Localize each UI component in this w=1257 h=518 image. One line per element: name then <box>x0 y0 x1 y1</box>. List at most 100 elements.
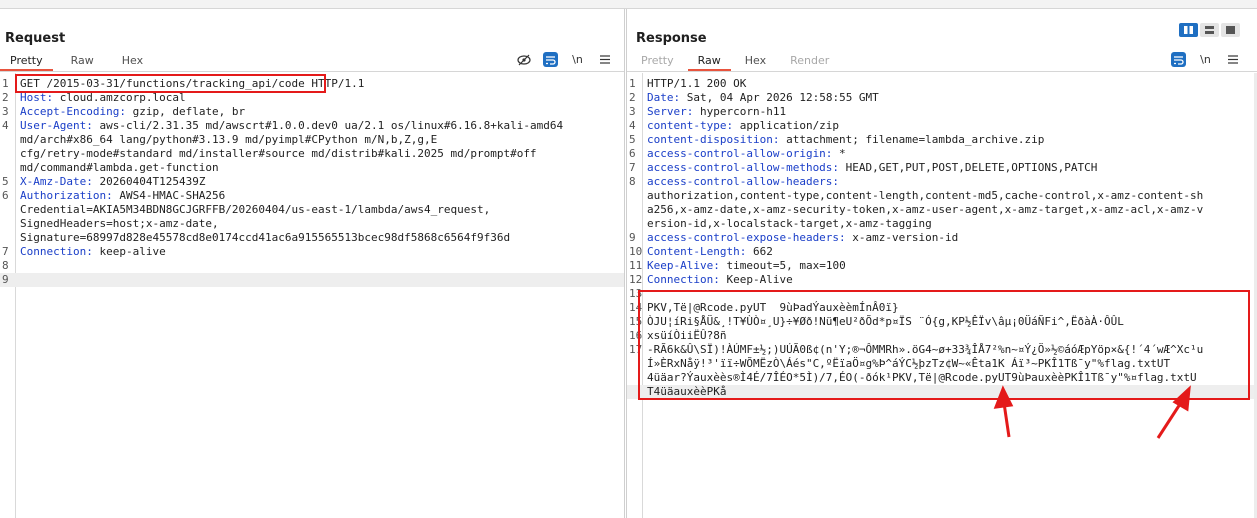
layout-single-icon[interactable] <box>1221 23 1240 37</box>
code-value: keep-alive <box>92 245 166 258</box>
hide-non-printable-icon[interactable] <box>516 52 531 67</box>
response-editor[interactable]: 1 HTTP/1.1 200 OK 2 Date: Sat, 04 Apr 2026 … <box>627 73 1257 518</box>
header-name: Connection: <box>20 245 93 258</box>
request-line: 6 Authorization: AWS4-HMAC-SHA256 <box>0 189 624 203</box>
code-value: md/arch#x86_64 lang/python#3.13.9 md/pyi… <box>20 133 438 146</box>
line-number: 6 <box>2 189 9 202</box>
request-pane: Request Pretty Raw Hex \n 1 GET /2015-03-… <box>0 9 625 518</box>
code-text: content-type: application/zip <box>647 119 839 133</box>
request-line: 9 <box>0 273 624 287</box>
layout-split-icon[interactable] <box>1179 23 1198 37</box>
response-line: 7 access-control-allow-methods: HEAD,GET,… <box>627 161 1257 175</box>
code-value: ersion-id,x-localstack-target,x-amz-tagg… <box>647 217 932 230</box>
code-text: xsüíÒiiËÛ?8ñ <box>647 329 726 343</box>
code-text: Content-Length: 662 <box>647 245 773 259</box>
header-name: access-control-expose-headers: <box>647 231 846 244</box>
layout-rows-icon[interactable] <box>1200 23 1219 37</box>
code-value: HEAD,GET,PUT,POST,DELETE,OPTIONS,PATCH <box>839 161 1098 174</box>
code-text: authorization,content-type,content-lengt… <box>647 189 1203 203</box>
request-line: md/arch#x86_64 lang/python#3.13.9 md/pyi… <box>0 133 624 147</box>
request-line: SignedHeaders=host;x-amz-date, <box>0 217 624 231</box>
header-name: Keep-Alive: <box>647 259 720 272</box>
menu-icon[interactable] <box>1225 52 1240 67</box>
response-tab-rule <box>627 71 1257 72</box>
header-name: Content-Length: <box>647 245 747 258</box>
line-number: 1 <box>2 77 9 90</box>
wrap-lines-icon[interactable] <box>543 52 558 67</box>
line-number: 8 <box>2 259 9 272</box>
code-value: xsüíÒiiËÛ?8ñ <box>647 329 727 342</box>
code-text: Í»ÈRxNåÿ!³'ïï÷WÕMËzÒ\Áés"C,ºËïaÖ¤g%Þ^áÝC… <box>647 357 1170 371</box>
code-text: content-disposition: attachment; filenam… <box>647 133 1044 147</box>
code-value: 20260404T125439Z <box>92 175 206 188</box>
response-tab-raw[interactable]: Raw <box>687 53 731 71</box>
response-line: 11 Keep-Alive: timeout=5, max=100 <box>627 259 1257 273</box>
code-text: a256,x-amz-date,x-amz-security-token,x-a… <box>647 203 1203 217</box>
request-line: 5 X-Amz-Date: 20260404T125439Z <box>0 175 624 189</box>
view-toggle <box>1179 23 1240 37</box>
request-tab-raw[interactable]: Raw <box>61 53 104 69</box>
line-number: 2 <box>2 91 9 104</box>
line-number: 15 <box>629 315 643 328</box>
header-name: access-control-allow-methods: <box>647 161 840 174</box>
response-tab-hex[interactable]: Hex <box>735 53 776 69</box>
line-number: 13 <box>629 287 643 300</box>
response-title: Response <box>636 31 707 46</box>
code-value: HTTP/1.1 200 OK <box>647 77 747 90</box>
response-line: 1 HTTP/1.1 200 OK <box>627 77 1257 91</box>
request-editor[interactable]: 1 GET /2015-03-31/functions/tracking_api/… <box>0 73 624 518</box>
newline-icon[interactable]: \n <box>1198 52 1213 67</box>
response-line: a256,x-amz-date,x-amz-security-token,x-a… <box>627 203 1257 217</box>
code-value: attachment; filename=lambda_archive.zip <box>779 133 1045 146</box>
request-line: md/command#lambda.get-function <box>0 161 624 175</box>
code-value: aws-cli/2.31.35 md/awscrt#1.0.0.dev0 ua/… <box>92 119 564 132</box>
response-line: 12 Connection: Keep-Alive <box>627 273 1257 287</box>
response-line: 4 content-type: application/zip <box>627 119 1257 133</box>
code-text: access-control-allow-origin: * <box>647 147 846 161</box>
request-line: 1 GET /2015-03-31/functions/tracking_api/… <box>0 77 624 91</box>
line-number: 10 <box>629 245 643 258</box>
response-line: Í»ÈRxNåÿ!³'ïï÷WÕMËzÒ\Áés"C,ºËïaÖ¤g%Þ^áÝC… <box>627 357 1257 371</box>
request-tab-hex[interactable]: Hex <box>112 53 153 69</box>
code-value: Credential=AKIA5M34BDN8GCJGRFFB/20260404… <box>20 203 491 216</box>
response-line: 5 content-disposition: attachment; filena… <box>627 133 1257 147</box>
request-title: Request <box>5 31 66 46</box>
response-line: 10 Content-Length: 662 <box>627 245 1257 259</box>
header-name: Connection: <box>647 273 720 286</box>
top-strip <box>0 0 1257 9</box>
response-line: 4üäar?Ýauxèès®Ì4É/7ÎÉO*5Ì)/7,ÉO(-ðók¹PKV… <box>627 371 1257 385</box>
code-value: x-amz-version-id <box>845 231 959 244</box>
code-value: AWS4-HMAC-SHA256 <box>112 189 226 202</box>
line-number: 11 <box>629 259 643 272</box>
request-tools: \n <box>516 52 612 67</box>
code-value: PKV,Të|@Rcode.pyUT 9ùÞadÝauxèèmÍnÂ0ï} <box>647 301 899 314</box>
response-line: authorization,content-type,content-lengt… <box>627 189 1257 203</box>
response-tab-render[interactable]: Render <box>780 53 839 69</box>
line-number: 12 <box>629 273 643 286</box>
code-value: 4üäar?Ýauxèès®Ì4É/7ÎÉO*5Ì)/7,ÉO(-ðók¹PKV… <box>647 371 1197 384</box>
menu-icon[interactable] <box>597 52 612 67</box>
code-value: cfg/retry-mode#standard md/installer#sou… <box>20 147 537 160</box>
newline-icon[interactable]: \n <box>570 52 585 67</box>
code-value: a256,x-amz-date,x-amz-security-token,x-a… <box>647 203 1204 216</box>
line-number: 9 <box>629 231 636 244</box>
response-line: 2 Date: Sat, 04 Apr 2026 12:58:55 GMT <box>627 91 1257 105</box>
code-text: Server: hypercorn-h11 <box>647 105 786 119</box>
response-tab-pretty[interactable]: Pretty <box>631 53 684 69</box>
code-text: User-Agent: aws-cli/2.31.35 md/awscrt#1.… <box>20 119 563 133</box>
code-text: Authorization: AWS4-HMAC-SHA256 <box>20 189 225 203</box>
code-text: access-control-expose-headers: x-amz-ver… <box>647 231 958 245</box>
line-number: 6 <box>629 147 636 160</box>
code-text: access-control-allow-methods: HEAD,GET,P… <box>647 161 1097 175</box>
header-name: Accept-Encoding: <box>20 105 126 118</box>
code-text: HTTP/1.1 200 OK <box>647 77 746 91</box>
code-text: SignedHeaders=host;x-amz-date, <box>20 217 219 231</box>
line-number: 14 <box>629 301 643 314</box>
code-text: Connection: keep-alive <box>20 245 166 259</box>
code-text: Accept-Encoding: gzip, deflate, br <box>20 105 245 119</box>
line-number: 4 <box>2 119 9 132</box>
request-tab-pretty[interactable]: Pretty <box>0 53 53 71</box>
wrap-lines-icon[interactable] <box>1171 52 1186 67</box>
code-text: T4üäauxèèPKå <box>647 385 726 399</box>
code-text: Credential=AKIA5M34BDN8GCJGRFFB/20260404… <box>20 203 490 217</box>
